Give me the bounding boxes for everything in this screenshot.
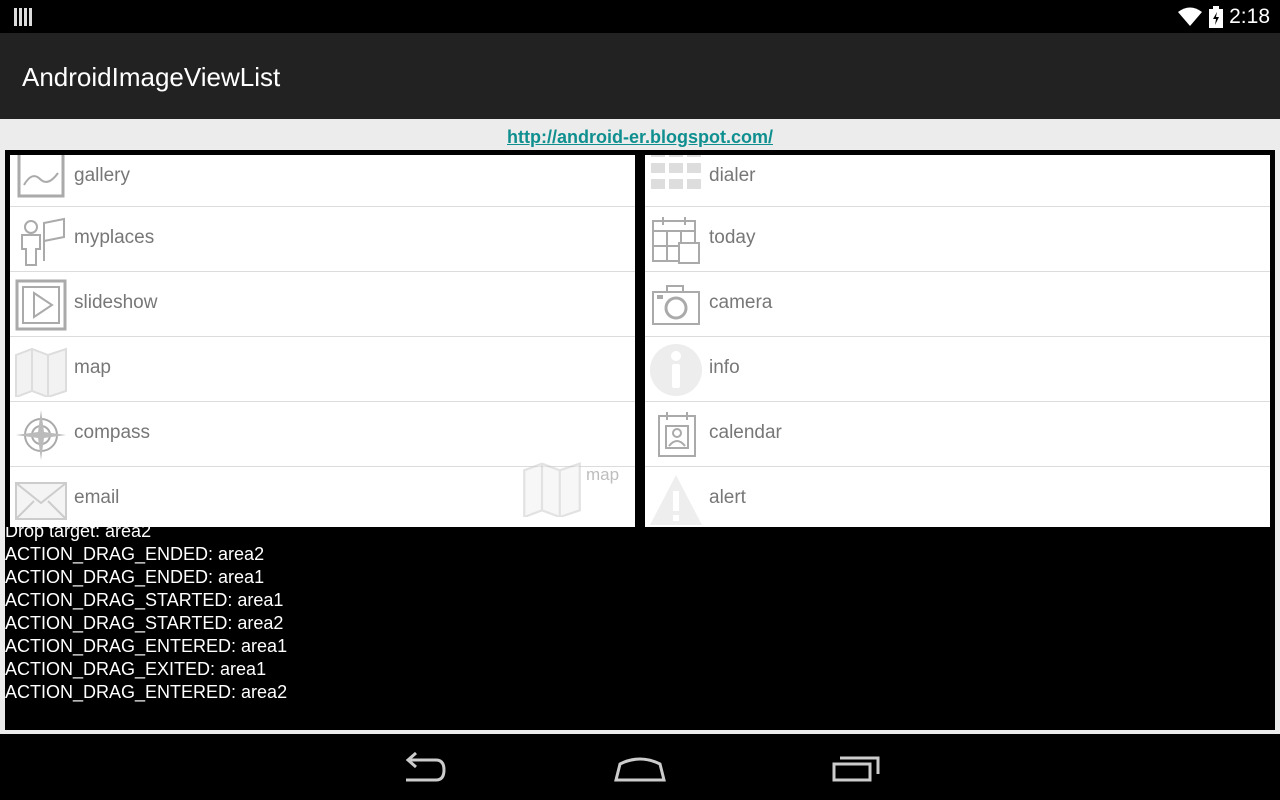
list-item[interactable]: gallery (10, 155, 635, 207)
list-item[interactable]: myplaces (10, 207, 635, 272)
list-item-label: dialer (709, 165, 756, 186)
log-line: ACTION_DRAG_STARTED: area1 (5, 590, 284, 610)
log-line: ACTION_DRAG_ENTERED: area2 (5, 682, 288, 702)
list-item-label: map (74, 357, 111, 378)
gallery-icon (17, 155, 65, 198)
list-item-label: gallery (74, 165, 130, 186)
back-icon[interactable] (396, 748, 456, 788)
home-icon[interactable] (610, 748, 670, 788)
recent-apps-icon[interactable] (826, 748, 886, 788)
list-item-label: slideshow (74, 292, 158, 313)
today-icon (652, 217, 700, 264)
calendar-icon (658, 412, 696, 457)
camera-icon (652, 285, 700, 325)
list-area2[interactable]: dialer today camera info calendar alert (645, 155, 1270, 532)
list-area1[interactable]: gallery myplaces slideshow map compass e… (10, 155, 635, 532)
log-line: ACTION_DRAG_EXITED: area1 (5, 659, 267, 679)
list-item-label: camera (709, 292, 773, 313)
drag-area-container: gallery myplaces slideshow map compass e… (5, 150, 1275, 532)
compass-icon (16, 410, 66, 460)
blog-link[interactable]: http://android-er.blogspot.com/ (0, 127, 1280, 148)
list-item[interactable]: calendar (645, 402, 1270, 467)
list-item[interactable]: map (10, 337, 635, 402)
list-item[interactable]: dialer (645, 155, 1270, 207)
app-title: AndroidImageViewList (22, 62, 281, 92)
log-line: ACTION_DRAG_ENTERED: area1 (5, 636, 288, 656)
log-line: ACTION_DRAG_ENDED: area2 (5, 544, 265, 564)
log-line: ACTION_DRAG_ENDED: area1 (5, 567, 265, 587)
info-icon (650, 344, 702, 396)
drag-shadow: map (522, 457, 632, 519)
list-item-label: myplaces (74, 227, 155, 248)
slideshow-icon (15, 279, 67, 331)
status-indicators: 2:18 (1177, 3, 1270, 31)
navigation-bar (0, 734, 1280, 800)
list-item-label: email (74, 487, 120, 508)
list-item[interactable]: slideshow (10, 272, 635, 337)
drag-shadow-label: map (586, 465, 620, 484)
list-item[interactable]: info (645, 337, 1270, 402)
list-item-label: compass (74, 422, 151, 443)
status-time: 2:18 (1229, 5, 1270, 28)
list-item-label: alert (709, 487, 746, 508)
email-icon (15, 482, 67, 520)
list-item-label: calendar (709, 422, 782, 443)
myplaces-icon (21, 217, 65, 266)
list-item-label: info (709, 357, 740, 378)
status-bar: 2:18 (0, 0, 1280, 33)
main-content: http://android-er.blogspot.com/ gallery … (0, 119, 1280, 734)
map-icon (523, 462, 581, 519)
wifi-icon (1178, 7, 1203, 26)
drag-event-log: Drop target: area2 ACTION_DRAG_ENDED: ar… (5, 527, 1275, 730)
list-item[interactable]: alert (645, 467, 1270, 532)
battery-icon (1209, 6, 1224, 28)
log-line: ACTION_DRAG_STARTED: area2 (5, 613, 284, 633)
action-bar: AndroidImageViewList (0, 33, 1280, 119)
notification-barcode-icon (14, 8, 32, 26)
alert-icon (650, 475, 702, 525)
map-icon (15, 347, 67, 397)
list-item[interactable]: today (645, 207, 1270, 272)
dialer-icon (651, 155, 701, 189)
log-line: Drop target: area2 (5, 527, 152, 541)
list-item[interactable]: camera (645, 272, 1270, 337)
list-item-label: today (709, 227, 756, 248)
